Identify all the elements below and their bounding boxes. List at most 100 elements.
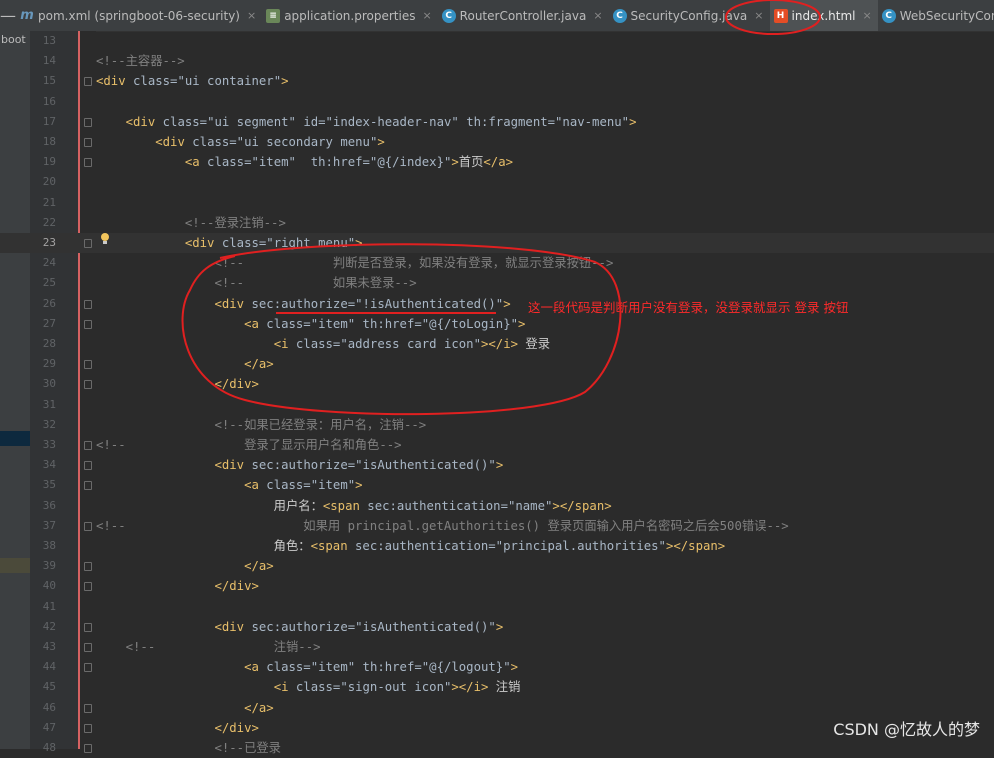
code-line[interactable]: 42 <div sec:authorize="isAuthenticated()… [0, 617, 994, 637]
fold-marker-icon[interactable] [84, 380, 92, 390]
fold-marker-icon[interactable] [84, 703, 92, 713]
code-text[interactable]: <a class="item" th:href="@{/toLogin}"> [96, 314, 525, 334]
code-text[interactable]: <!-- 登录了显示用户名和角色--> [96, 435, 402, 455]
code-text[interactable]: </a> [96, 354, 274, 374]
close-tab-icon[interactable]: × [422, 9, 431, 22]
fold-marker-icon[interactable] [84, 360, 92, 370]
code-text[interactable]: </div> [96, 576, 258, 596]
code-line[interactable]: 37 <!-- 如果用 principal.getAuthorities() 登录… [0, 516, 994, 536]
code-text[interactable]: <a class="item" th:href="@{/index}">首页</… [96, 152, 513, 172]
code-text[interactable]: </a> [96, 698, 274, 718]
close-tab-icon[interactable]: × [863, 9, 872, 22]
code-line[interactable]: 18 <div class="ui secondary menu"> [0, 132, 994, 152]
code-line[interactable]: 22 <!--登录注销--> [0, 213, 994, 233]
code-text[interactable]: <div class="ui container"> [96, 71, 289, 91]
code-text[interactable]: <a class="item" th:href="@{/logout}"> [96, 657, 518, 677]
code-line[interactable]: 21 [0, 193, 994, 213]
code-line[interactable]: 43 <!-- 注销--> [0, 637, 994, 657]
fold-marker-icon[interactable] [84, 77, 92, 87]
code-line[interactable]: 30 </div> [0, 374, 994, 394]
fold-marker-icon[interactable] [84, 158, 92, 168]
fold-marker-icon[interactable] [84, 319, 92, 329]
code-line[interactable]: 38 角色：<span sec:authentication="principa… [0, 536, 994, 556]
code-line[interactable]: 15 <div class="ui container"> [0, 71, 994, 91]
tab-5[interactable]: CWebSecurityConfigurerAdap [878, 0, 994, 31]
intention-lightbulb-icon[interactable] [100, 233, 110, 245]
code-text[interactable]: <!--已登录 [96, 738, 281, 758]
code-text[interactable]: <!--如果已经登录：用户名，注销--> [96, 415, 426, 435]
code-line[interactable]: 28 <i class="address card icon"></i> 登录 [0, 334, 994, 354]
code-line[interactable]: 19 <a class="item" th:href="@{/index}">首… [0, 152, 994, 172]
tab-3[interactable]: C SecurityConfig.java × [609, 0, 770, 31]
fold-marker-icon[interactable] [84, 461, 92, 471]
fold-marker-icon[interactable] [84, 117, 92, 127]
code-line[interactable]: 24 <!-- 判断是否登录，如果没有登录，就显示登录按钮--> [0, 253, 994, 273]
code-line[interactable]: 25 <!-- 如果未登录--> [0, 273, 994, 293]
code-line[interactable]: 33 <!-- 登录了显示用户名和角色--> [0, 435, 994, 455]
tab-2[interactable]: C RouterController.java × [438, 0, 609, 31]
code-line[interactable]: 45 <i class="sign-out icon"></i> 注销 [0, 677, 994, 697]
code-line[interactable]: 36 用户名：<span sec:authentication="name"><… [0, 496, 994, 516]
code-line[interactable]: 34 <div sec:authorize="isAuthenticated()… [0, 455, 994, 475]
code-line[interactable]: 46 </a> [0, 698, 994, 718]
fold-marker-icon[interactable] [84, 663, 92, 673]
code-line[interactable]: 32 <!--如果已经登录：用户名，注销--> [0, 415, 994, 435]
code-text[interactable]: <i class="sign-out icon"></i> 注销 [96, 677, 521, 697]
code-text[interactable]: </div> [96, 374, 258, 394]
code-line[interactable]: 20 [0, 172, 994, 192]
code-text[interactable]: <div class="ui secondary menu"> [96, 132, 385, 152]
fold-marker-icon[interactable] [84, 299, 92, 309]
close-tab-icon[interactable]: × [593, 9, 602, 22]
code-line[interactable]: 17 <div class="ui segment" id="index-hea… [0, 112, 994, 132]
code-line[interactable]: 35 <a class="item"> [0, 475, 994, 495]
close-tab-icon[interactable]: × [247, 9, 256, 22]
fold-marker-icon[interactable] [84, 239, 92, 248]
code-line[interactable]: 13 [0, 31, 994, 51]
code-text[interactable]: <div sec:authorize="!isAuthenticated()"> [96, 294, 510, 314]
code-text[interactable]: <!--主容器--> [96, 51, 185, 71]
fold-marker-icon[interactable] [84, 723, 92, 733]
tab-4[interactable]: Hindex.html × [769, 0, 878, 31]
code-text[interactable]: <!--登录注销--> [96, 213, 286, 233]
fold-marker-icon[interactable] [84, 643, 92, 652]
fold-marker-icon[interactable] [84, 622, 92, 632]
fold-marker-icon[interactable] [84, 441, 92, 450]
code-text[interactable]: <div sec:authorize="isAuthenticated()"> [96, 455, 503, 475]
code-line[interactable]: 39 </a> [0, 556, 994, 576]
code-line[interactable]: 40 </div> [0, 576, 994, 596]
close-tab-icon[interactable]: × [754, 9, 763, 22]
code-line[interactable]: 44 <a class="item" th:href="@{/logout}"> [0, 657, 994, 677]
code-text[interactable]: <div class="ui segment" id="index-header… [96, 112, 637, 132]
code-line[interactable]: 29 </a> [0, 354, 994, 374]
tab-list: m pom.xml (springboot-06-security) × ≡ appli… [16, 0, 994, 31]
code-text[interactable]: <div sec:authorize="isAuthenticated()"> [96, 617, 503, 637]
code-text[interactable]: 用户名：<span sec:authentication="name"></sp… [96, 496, 612, 516]
code-line[interactable]: 23 <div class="right menu"> [0, 233, 994, 254]
minimize-panel-icon[interactable]: — [0, 6, 16, 25]
fold-marker-icon[interactable] [84, 562, 92, 572]
fold-marker-icon[interactable] [84, 138, 92, 147]
code-text[interactable]: <div class="right menu"> [96, 233, 363, 253]
code-text[interactable]: <!-- 如果未登录--> [96, 273, 416, 293]
code-text[interactable]: </a> [96, 556, 274, 576]
code-text[interactable]: </div> [96, 718, 258, 738]
code-text[interactable]: <i class="address card icon"></i> 登录 [96, 334, 550, 354]
code-line[interactable]: 16 [0, 92, 994, 112]
code-text[interactable]: <!-- 判断是否登录，如果没有登录，就显示登录按钮--> [96, 253, 613, 273]
code-line[interactable]: 48 <!--已登录 [0, 738, 994, 758]
code-line[interactable]: 31 [0, 395, 994, 415]
fold-marker-icon[interactable] [84, 582, 92, 592]
code-text[interactable]: <!-- 如果用 principal.getAuthorities() 登录页面… [96, 516, 789, 536]
tab-0[interactable]: m pom.xml (springboot-06-security) × [16, 0, 262, 31]
code-line[interactable]: 27 <a class="item" th:href="@{/toLogin}"… [0, 314, 994, 334]
code-text[interactable]: <a class="item"> [96, 475, 362, 495]
tab-1[interactable]: ≡ application.properties × [262, 0, 437, 31]
line-number: 39 [42, 559, 56, 573]
code-line[interactable]: 14 <!--主容器--> [0, 51, 994, 71]
fold-marker-icon[interactable] [84, 481, 92, 491]
code-line[interactable]: 41 [0, 597, 994, 617]
code-text[interactable]: <!-- 注销--> [96, 637, 321, 657]
code-text[interactable] [96, 31, 126, 51]
code-text[interactable]: 角色：<span sec:authentication="principal.a… [96, 536, 726, 556]
fold-marker-icon[interactable] [84, 521, 92, 531]
